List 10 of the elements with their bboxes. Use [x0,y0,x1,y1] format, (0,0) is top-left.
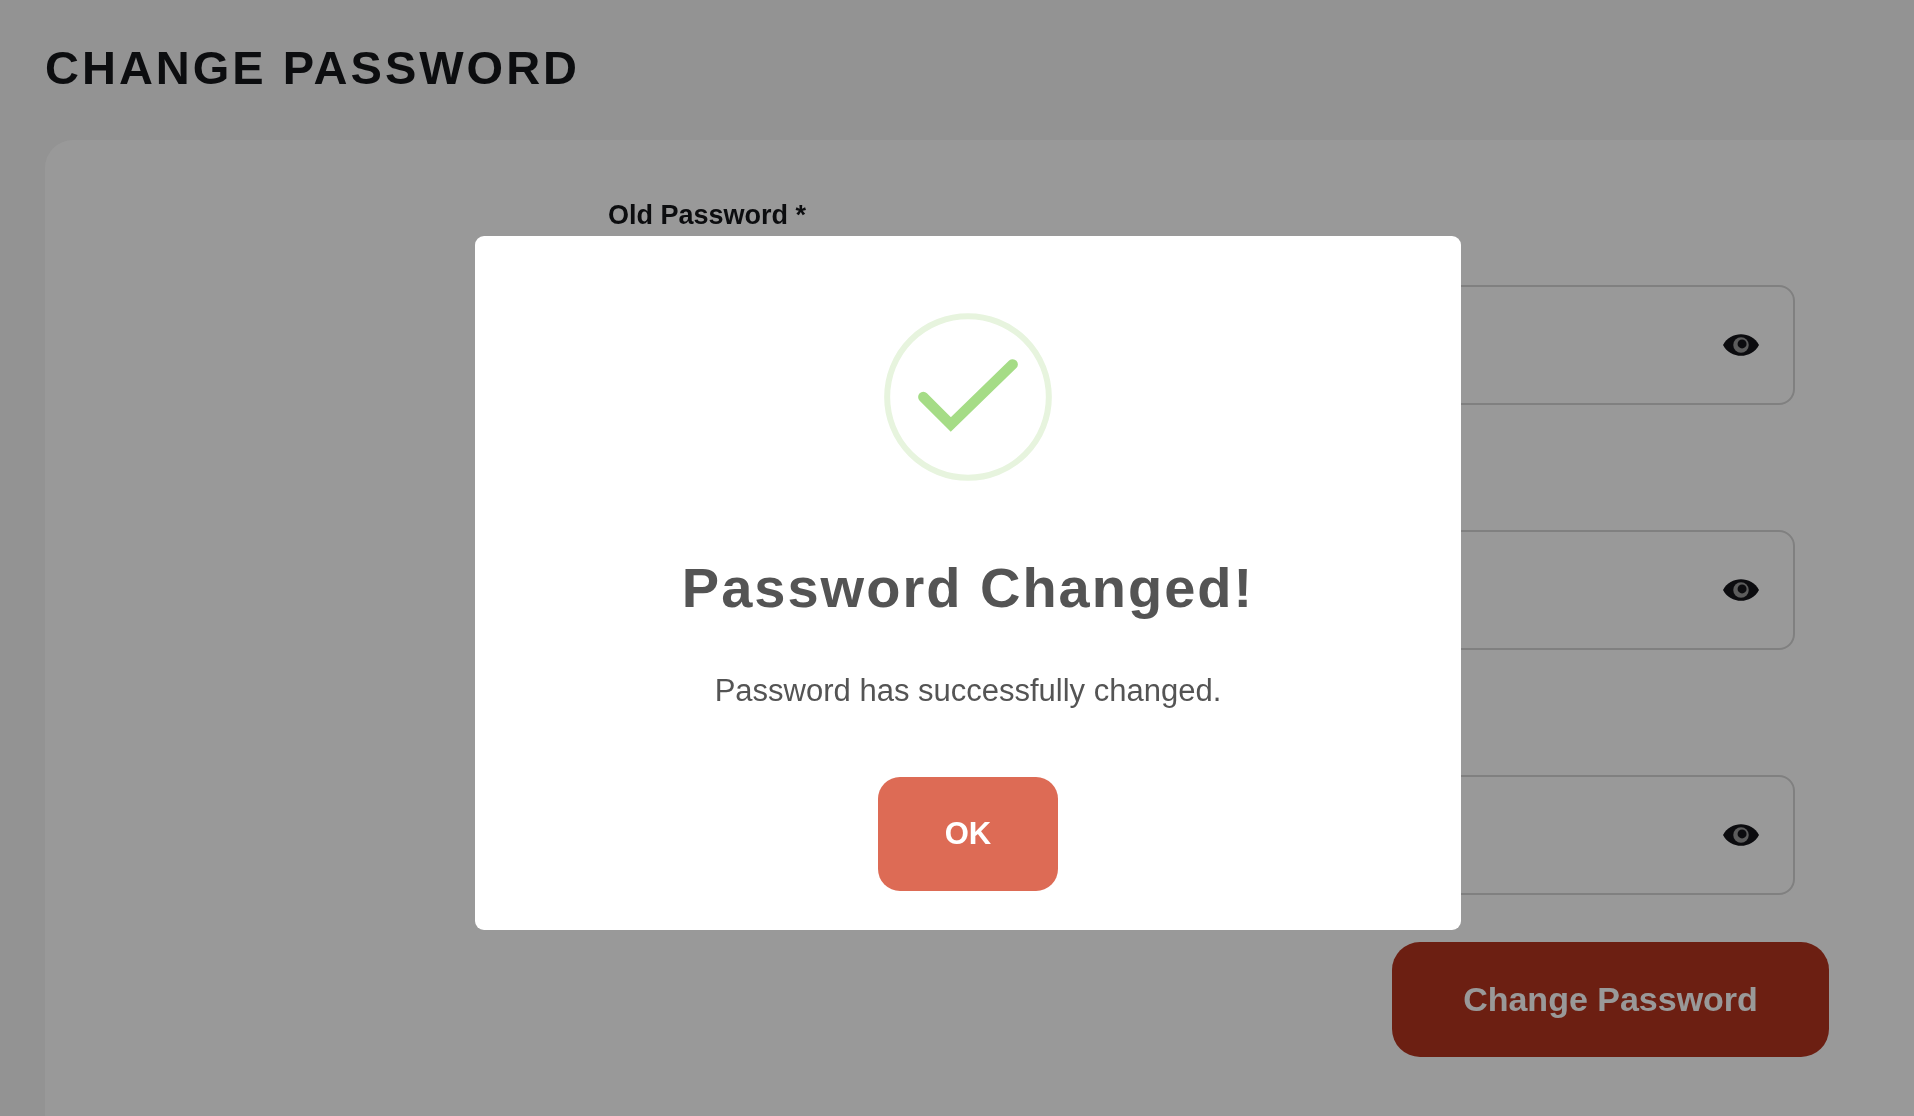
change-password-button[interactable]: Change Password [1392,942,1829,1057]
ok-button[interactable]: OK [878,777,1058,891]
dialog-message: Password has successfully changed. [714,672,1222,710]
page-title: CHANGE PASSWORD [45,40,582,96]
field-label: Old Password * [608,199,807,232]
dialog-title: Password Changed! [681,555,1255,621]
eye-icon[interactable] [1723,332,1759,358]
check-icon [882,311,1054,483]
eye-icon[interactable] [1723,822,1759,848]
eye-icon[interactable] [1723,577,1759,603]
